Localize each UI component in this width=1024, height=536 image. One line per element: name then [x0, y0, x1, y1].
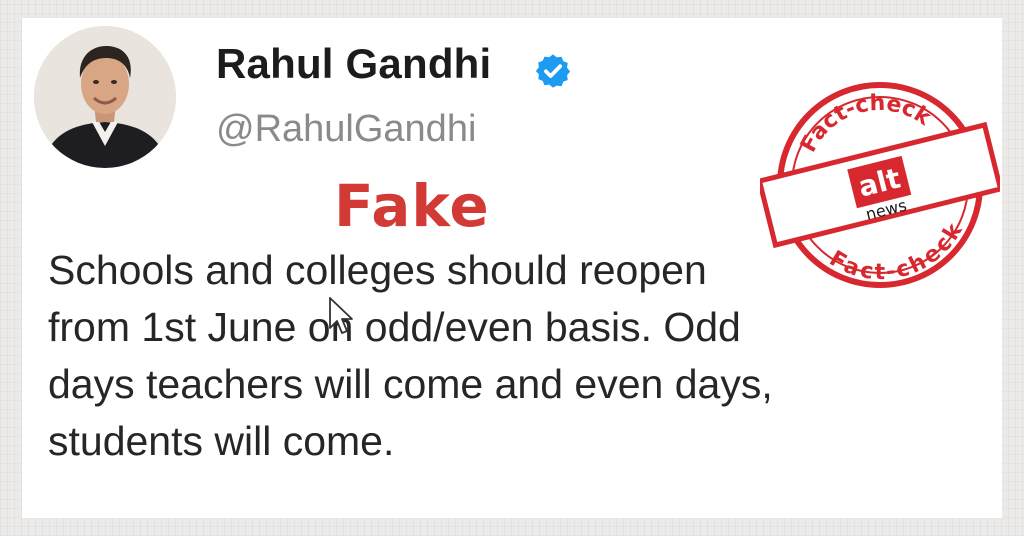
mouse-pointer-icon	[329, 297, 353, 334]
author-name[interactable]: Rahul Gandhi	[216, 40, 491, 88]
tweet-text-line: days teachers will come and even days,	[48, 361, 773, 407]
verified-badge-icon	[535, 54, 571, 88]
fact-check-stamp: Fact-check Fact-check alt news	[760, 76, 1000, 300]
fake-verdict-label: Fake	[334, 172, 490, 240]
tweet-card: Rahul Gandhi @RahulGandhi Fake Schools a…	[22, 18, 1002, 518]
tweet-text-line: from 1st June on odd/even basis. Odd	[48, 304, 741, 350]
tweet-text-line: students will come.	[48, 418, 395, 464]
avatar	[34, 26, 176, 168]
author-handle[interactable]: @RahulGandhi	[216, 108, 476, 151]
avatar-portrait	[34, 26, 176, 168]
